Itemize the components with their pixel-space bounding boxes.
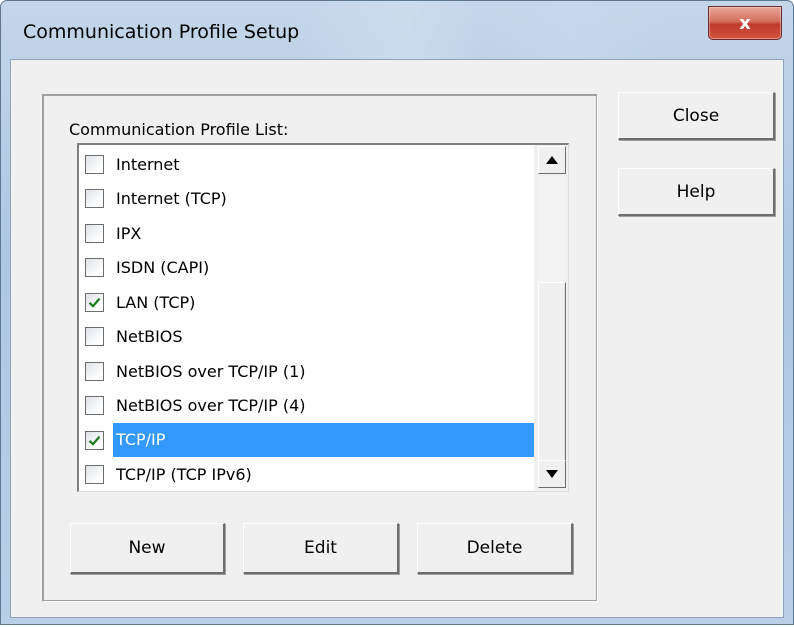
arrow-down-icon: [546, 470, 558, 478]
profile-checkbox[interactable]: [85, 327, 104, 347]
checkmark-icon: [88, 435, 101, 446]
list-item[interactable]: NetBIOS: [79, 320, 535, 355]
window-title: Communication Profile Setup: [23, 21, 300, 43]
profile-checkbox[interactable]: [85, 430, 104, 450]
profile-checkbox[interactable]: [85, 361, 104, 381]
scroll-up-button[interactable]: [538, 146, 566, 174]
profile-checkbox[interactable]: [85, 396, 104, 416]
titlebar-sheen: [301, 1, 661, 59]
list-item-label: ISDN (CAPI): [116, 258, 210, 278]
list-item[interactable]: ISDN (CAPI): [79, 251, 535, 286]
list-item[interactable]: Internet: [79, 147, 535, 182]
help-button[interactable]: Help: [618, 168, 775, 216]
arrow-up-icon: [546, 156, 558, 164]
close-icon: x: [739, 12, 751, 34]
list-item[interactable]: NetBIOS over TCP/IP (4): [79, 389, 535, 424]
profile-list-label: Communication Profile List:: [69, 120, 289, 139]
profile-checkbox[interactable]: [85, 258, 104, 278]
list-item-label: TCP/IP (TCP IPv6): [116, 465, 252, 485]
list-item-label: Internet: [116, 154, 180, 174]
profile-checkbox[interactable]: [85, 154, 104, 174]
list-item-label: NetBIOS over TCP/IP (4): [116, 396, 306, 416]
list-item[interactable]: LAN (TCP): [79, 285, 535, 320]
list-item-label: TCP/IP: [113, 423, 535, 458]
list-item[interactable]: IPX: [79, 216, 535, 251]
delete-button[interactable]: Delete: [417, 523, 573, 574]
scrollbar-thumb[interactable]: [538, 282, 566, 485]
window-close-button[interactable]: x: [708, 6, 782, 40]
list-item[interactable]: TCP/IP (TCP IPv6): [79, 458, 535, 492]
profile-checkbox[interactable]: [85, 189, 104, 209]
profile-listbox[interactable]: Internet Internet (TCP) IPX ISDN (CAPI) LAN …: [77, 143, 569, 492]
list-item-label: Internet (TCP): [116, 189, 227, 209]
list-item-label: NetBIOS over TCP/IP (1): [116, 361, 306, 381]
edit-button[interactable]: Edit: [243, 523, 399, 574]
profile-list-rows: Internet Internet (TCP) IPX ISDN (CAPI) LAN …: [79, 147, 535, 492]
list-item-label: IPX: [116, 223, 142, 243]
list-item[interactable]: Internet (TCP): [79, 182, 535, 217]
dialog-window: Communication Profile Setup x Communicat…: [0, 0, 794, 625]
list-item[interactable]: TCP/IP: [79, 423, 535, 458]
close-button[interactable]: Close: [618, 92, 775, 140]
profile-checkbox[interactable]: [85, 292, 104, 312]
list-item[interactable]: NetBIOS over TCP/IP (1): [79, 354, 535, 389]
scroll-down-button[interactable]: [538, 460, 566, 488]
vertical-scrollbar[interactable]: [534, 145, 568, 491]
list-item-label: LAN (TCP): [116, 292, 196, 312]
profile-checkbox[interactable]: [85, 223, 104, 243]
new-button[interactable]: New: [70, 523, 225, 574]
dialog-client-area: Communication Profile List: Internet Inte…: [10, 59, 784, 618]
list-item-label: NetBIOS: [116, 327, 183, 347]
profile-checkbox[interactable]: [85, 465, 104, 485]
checkmark-icon: [88, 297, 101, 308]
